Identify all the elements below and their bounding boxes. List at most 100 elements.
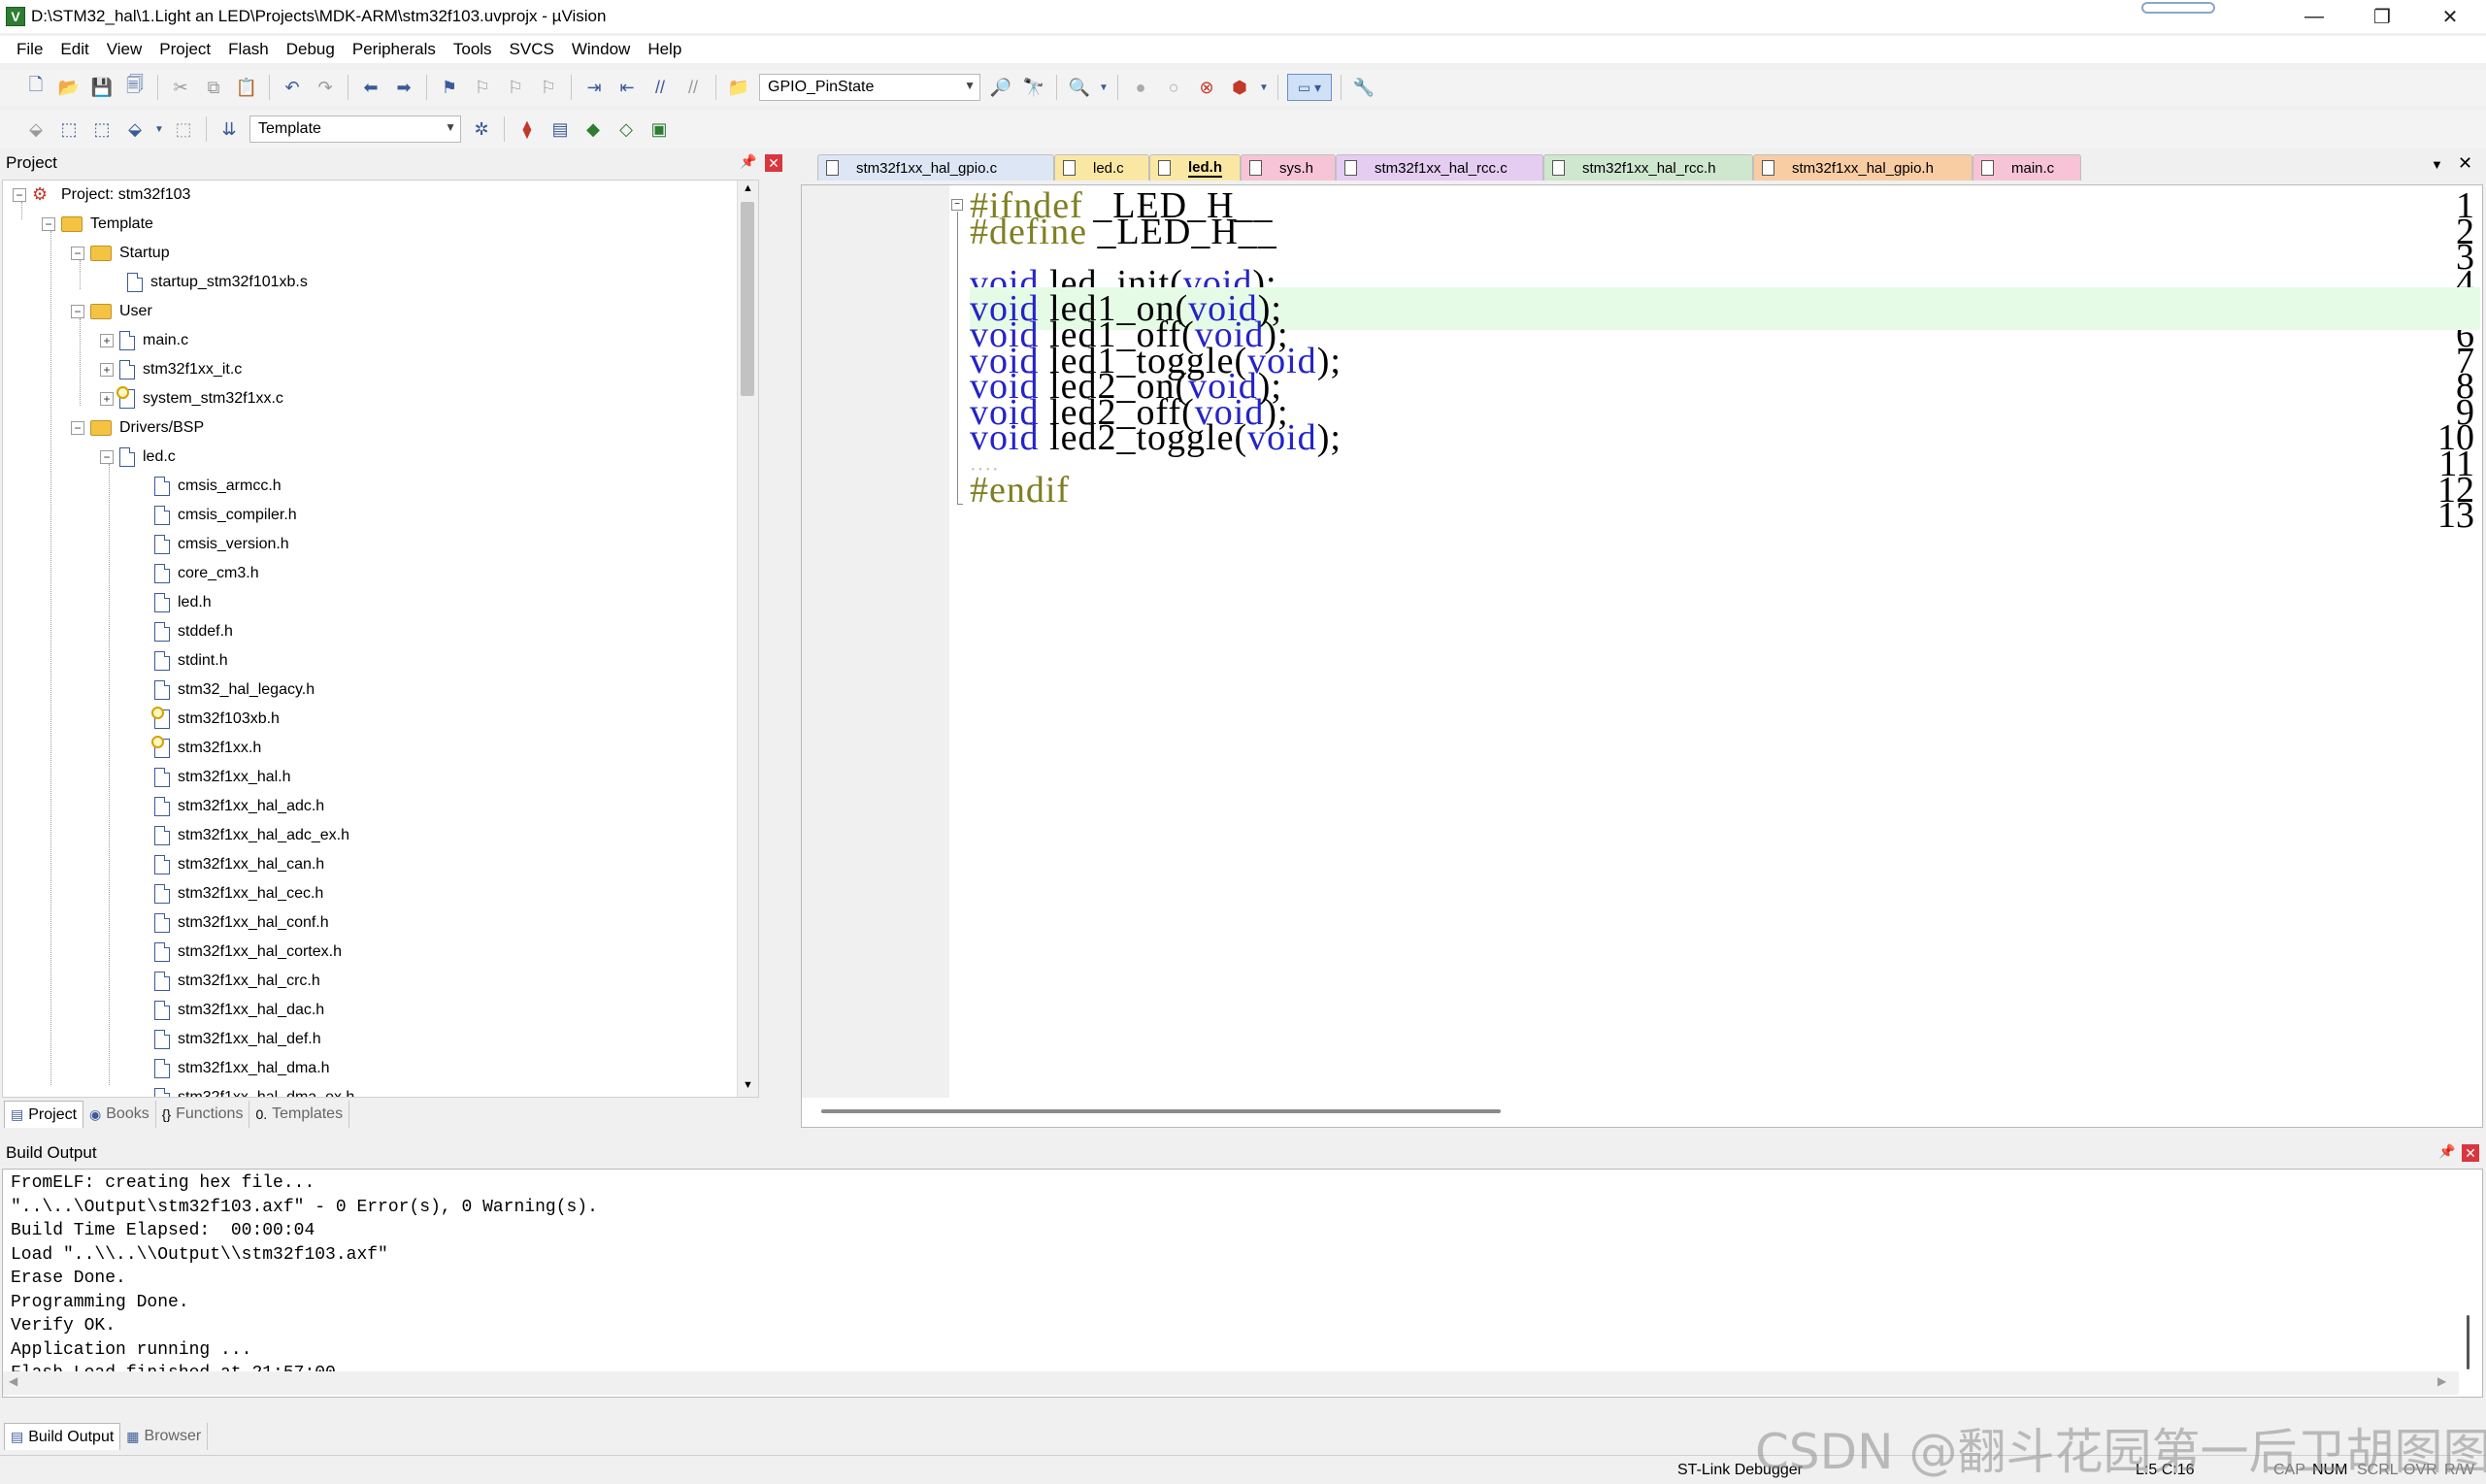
- target-combo[interactable]: Template ▼: [249, 115, 461, 143]
- tree-item-header[interactable]: stm32f1xx_hal_adc.h: [154, 792, 324, 821]
- tab-browser[interactable]: ▦ Browser: [120, 1423, 209, 1450]
- tree-item-led-c[interactable]: − led.c: [100, 443, 176, 472]
- tree-item-project[interactable]: − ⚙ Project: stm32f103: [13, 181, 190, 210]
- collapse-icon[interactable]: −: [71, 421, 84, 435]
- paste-icon[interactable]: 📋: [233, 74, 260, 101]
- tree-item-header[interactable]: stm32f1xx_hal_dac.h: [154, 996, 324, 1025]
- menu-view[interactable]: View: [98, 40, 151, 59]
- tab-templates[interactable]: 0. Templates: [249, 1101, 350, 1128]
- editor-horizontal-scrollbar[interactable]: [821, 1109, 1501, 1113]
- tab-stm32f1xx-hal-gpio-c[interactable]: stm32f1xx_hal_gpio.c: [817, 154, 1054, 181]
- menu-svcs[interactable]: SVCS: [501, 40, 563, 59]
- tree-item-header[interactable]: stddef.h: [154, 617, 233, 646]
- menu-peripherals[interactable]: Peripherals: [344, 40, 445, 59]
- pack-installer-icon[interactable]: ▣: [646, 115, 673, 143]
- tab-project[interactable]: ▤ Project: [4, 1101, 84, 1128]
- collapse-icon[interactable]: −: [13, 188, 26, 202]
- tab-stm32f1xx-hal-gpio-h[interactable]: stm32f1xx_hal_gpio.h: [1753, 154, 1972, 181]
- manage-components-icon[interactable]: ⧫: [514, 115, 541, 143]
- menu-flash[interactable]: Flash: [219, 40, 278, 59]
- pin-icon[interactable]: 📌: [740, 153, 756, 170]
- output-scrollbar[interactable]: [2459, 1170, 2480, 1395]
- tree-item-header[interactable]: stdint.h: [154, 646, 228, 676]
- tree-item-drivers-bsp[interactable]: − Drivers/BSP: [71, 413, 204, 443]
- expand-icon[interactable]: +: [100, 334, 114, 347]
- close-tab-icon[interactable]: ✕: [2458, 153, 2472, 174]
- menu-tools[interactable]: Tools: [445, 40, 501, 59]
- tree-item-header[interactable]: stm32_hal_legacy.h: [154, 676, 315, 705]
- tree-item-header[interactable]: stm32f1xx_hal_def.h: [154, 1025, 321, 1054]
- file-extensions-icon[interactable]: ▤: [547, 115, 574, 143]
- kill-breakpoints-icon[interactable]: ⊗: [1193, 74, 1220, 101]
- find-icon[interactable]: 🔎: [987, 74, 1014, 101]
- configure-icon[interactable]: 🔧: [1350, 74, 1377, 101]
- window-layout-icon[interactable]: ▭ ▾: [1287, 74, 1332, 101]
- scroll-down-icon[interactable]: ▼: [743, 1079, 753, 1091]
- debug-session-icon[interactable]: 🔍: [1066, 74, 1093, 101]
- collapse-icon[interactable]: −: [71, 247, 84, 260]
- clear-bookmarks-icon[interactable]: ⚐: [535, 74, 562, 101]
- tree-item-main-c[interactable]: + main.c: [100, 326, 188, 355]
- run-time-environment-icon[interactable]: ◆: [580, 115, 607, 143]
- tree-item-header[interactable]: led.h: [154, 588, 212, 617]
- tree-item-header[interactable]: stm32f1xx_hal_can.h: [154, 850, 324, 879]
- tab-main-c[interactable]: main.c: [1972, 154, 2081, 181]
- code-line[interactable]: #endif: [970, 469, 1070, 511]
- next-bookmark-icon[interactable]: ⚐: [502, 74, 529, 101]
- open-file-icon[interactable]: 📂: [55, 74, 83, 101]
- bookmark-icon[interactable]: ⚑: [436, 74, 463, 101]
- expand-icon[interactable]: +: [100, 363, 114, 377]
- output-horizontal-scrollbar[interactable]: ◀ ▶: [3, 1371, 2459, 1395]
- breakpoint-options-icon[interactable]: ⬢: [1226, 74, 1253, 101]
- tree-item-header[interactable]: stm32f1xx.h: [151, 734, 261, 763]
- tree-item-header[interactable]: stm32f103xb.h: [151, 705, 280, 734]
- copy-icon[interactable]: ⧉: [200, 74, 227, 101]
- code-editor[interactable]: 12345678910111213 − #ifndef _LED_H__#def…: [801, 184, 2483, 1128]
- tree-item-startup[interactable]: − Startup: [71, 239, 170, 268]
- tree-item-header[interactable]: stm32f1xx_hal_dma_ex.h: [154, 1083, 354, 1097]
- scroll-up-icon[interactable]: ▲: [743, 182, 753, 194]
- collapse-icon[interactable]: −: [71, 305, 84, 318]
- incremental-find-icon[interactable]: 🔭: [1020, 74, 1047, 101]
- close-panel-icon[interactable]: ✕: [2462, 1144, 2479, 1162]
- menu-help[interactable]: Help: [639, 40, 690, 59]
- build-output-window[interactable]: FromELF: creating hex file... "..\..\Outp…: [2, 1169, 2483, 1398]
- tree-item-header[interactable]: stm32f1xx_hal_crc.h: [154, 967, 320, 996]
- tab-stm32f1xx-hal-rcc-c[interactable]: stm32f1xx_hal_rcc.c: [1336, 154, 1543, 181]
- tree-item-header[interactable]: stm32f1xx_hal_cortex.h: [154, 938, 342, 967]
- tree-item-header[interactable]: stm32f1xx_hal.h: [154, 763, 291, 792]
- rebuild-icon[interactable]: ⬚: [88, 115, 116, 143]
- window-grip[interactable]: [2141, 2, 2215, 14]
- nav-back-icon[interactable]: ⬅: [357, 74, 384, 101]
- menu-edit[interactable]: Edit: [51, 40, 97, 59]
- build-icon[interactable]: ⬚: [55, 115, 83, 143]
- uncomment-icon[interactable]: //: [680, 74, 707, 101]
- tab-list-dropdown-icon[interactable]: ▼: [2431, 157, 2443, 172]
- tab-books[interactable]: ◉ Books: [83, 1101, 156, 1128]
- restore-button[interactable]: ❐: [2348, 0, 2416, 33]
- tab-functions[interactable]: {} Functions: [156, 1101, 250, 1128]
- minimize-button[interactable]: —: [2280, 0, 2348, 33]
- breakpoint-icon[interactable]: ●: [1127, 74, 1154, 101]
- tree-item-header[interactable]: stm32f1xx_hal_adc_ex.h: [154, 821, 349, 850]
- tree-item-header[interactable]: stm32f1xx_hal_conf.h: [154, 908, 329, 938]
- unindent-icon[interactable]: ⇤: [613, 74, 641, 101]
- menu-file[interactable]: File: [8, 40, 51, 59]
- scroll-thumb[interactable]: [2467, 1315, 2469, 1369]
- download-icon[interactable]: ⇊: [215, 115, 243, 143]
- tree-item-startup-file[interactable]: startup_stm32f101xb.s: [127, 268, 308, 297]
- target-options-icon[interactable]: ✲: [468, 115, 495, 143]
- menu-project[interactable]: Project: [150, 40, 219, 59]
- indent-icon[interactable]: ⇥: [580, 74, 608, 101]
- tree-item-system-c[interactable]: + system_stm32f1xx.c: [100, 384, 283, 413]
- tree-item-header[interactable]: core_cm3.h: [154, 559, 259, 588]
- scroll-thumb[interactable]: [741, 202, 754, 396]
- chevron-down-icon[interactable]: ▼: [1099, 74, 1109, 101]
- tree-item-header[interactable]: stm32f1xx_hal_dma.h: [154, 1054, 330, 1083]
- tree-item-it-c[interactable]: + stm32f1xx_it.c: [100, 355, 242, 384]
- close-panel-icon[interactable]: ✕: [765, 154, 782, 172]
- scroll-right-icon[interactable]: ▶: [2437, 1374, 2446, 1388]
- batch-build-icon[interactable]: ⬙: [121, 115, 149, 143]
- close-window-button[interactable]: ✕: [2416, 0, 2484, 33]
- chevron-down-icon[interactable]: ▼: [154, 115, 164, 143]
